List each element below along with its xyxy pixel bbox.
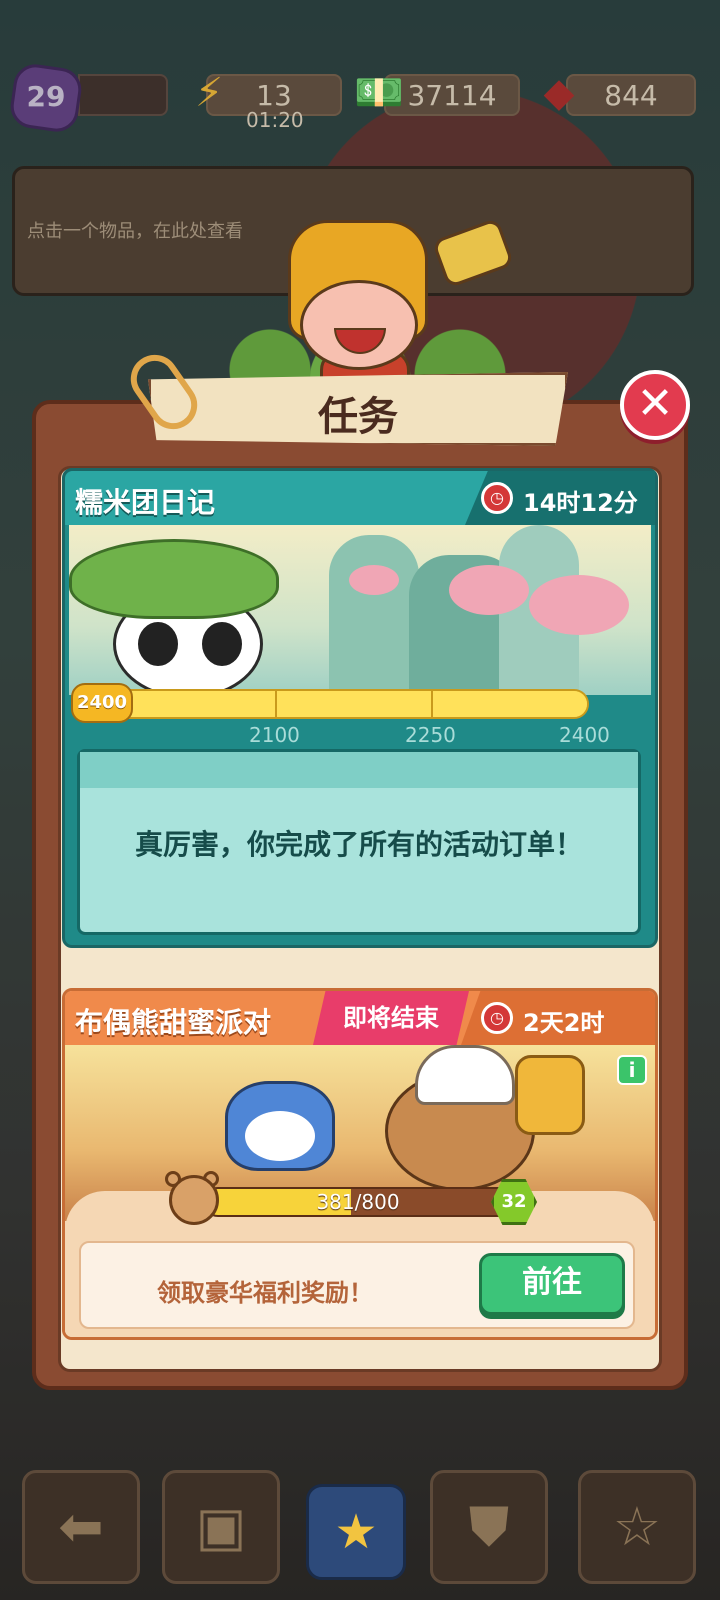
bear-icon (169, 1175, 219, 1225)
backpack-icon: ▣ (195, 1495, 247, 1558)
gem-icon: ◆ (543, 70, 575, 116)
event-progress-badge: 2400 (71, 683, 133, 723)
energy-icon: ⚡ (194, 70, 224, 116)
info-icon[interactable]: i (617, 1055, 647, 1085)
event-title: 糯米团日记 (75, 486, 216, 519)
cash-value: 37114 (407, 79, 497, 112)
dialog-title: 任务 (318, 394, 398, 440)
reward-text: 领取豪华福利奖励！ (157, 1279, 373, 1307)
milestone-label: 2250 (405, 723, 456, 747)
chef-hat-icon (415, 1045, 515, 1105)
player-level: 29 (26, 80, 66, 113)
treasure-chest-icon: ★ (334, 1504, 378, 1560)
go-button[interactable]: 前往 (479, 1253, 625, 1315)
event-card-header: 糯米团日记 ◷ 14时12分 (65, 471, 655, 525)
event-complete-message-box: 真厉害，你完成了所有的活动订单！ (77, 749, 641, 935)
event-card-panda-diary[interactable]: 糯米团日记 ◷ 14时12分 2400 2100 2250 2400 真厉害，你… (62, 468, 658, 948)
leaf-hat-icon (69, 539, 279, 619)
clock-icon: ◷ (481, 482, 513, 514)
tasks-button[interactable]: ☆ (578, 1470, 696, 1584)
honey-jar-icon (515, 1055, 585, 1135)
event-progress-count: 381/800 (316, 1190, 400, 1214)
event-progress-fill (81, 691, 587, 717)
milestone-label: 2100 (249, 723, 300, 747)
close-button[interactable]: ✕ (620, 370, 690, 440)
treasure-chest-button[interactable]: ★ (306, 1484, 406, 1580)
event-banner-image (69, 525, 651, 695)
back-arrow-icon: ⬅ (58, 1495, 104, 1558)
event-timer: 14时12分 (523, 489, 638, 517)
event-timer: 2天2时 (523, 1009, 605, 1037)
event-card-bear-party[interactable]: 布偶熊甜蜜派对 即将结束 ◷ 2天2时 i 381/800 32 领取豪华福利奖… (62, 988, 658, 1340)
event-title: 布偶熊甜蜜派对 (75, 1006, 272, 1039)
bottom-nav: ⬅ ▣ ★ ⛊ ☆ (0, 1440, 720, 1600)
back-button[interactable]: ⬅ (22, 1470, 140, 1584)
cash-icon: 💵 (354, 70, 404, 116)
backpack-button[interactable]: ▣ (162, 1470, 280, 1584)
status-bar: 29 13 ⚡ 01:20 37114 💵 844 ◆ (0, 61, 720, 135)
event-complete-message: 真厉害，你完成了所有的活动订单！ (134, 828, 583, 861)
milestone-label: 2400 (559, 723, 610, 747)
event-progress-bar (79, 689, 589, 719)
clock-icon: ◷ (481, 1002, 513, 1034)
shop-basket-button[interactable]: ⛊ (430, 1470, 548, 1584)
task-clipboard-icon: ☆ (612, 1495, 662, 1558)
ending-soon-badge: 即将结束 (313, 991, 469, 1045)
level-progress-bar (78, 74, 168, 116)
basket-icon: ⛊ (468, 1495, 510, 1558)
gem-value: 844 (604, 79, 658, 112)
reward-row: 领取豪华福利奖励！ 前往 (79, 1241, 635, 1329)
energy-timer: 01:20 (246, 108, 304, 132)
